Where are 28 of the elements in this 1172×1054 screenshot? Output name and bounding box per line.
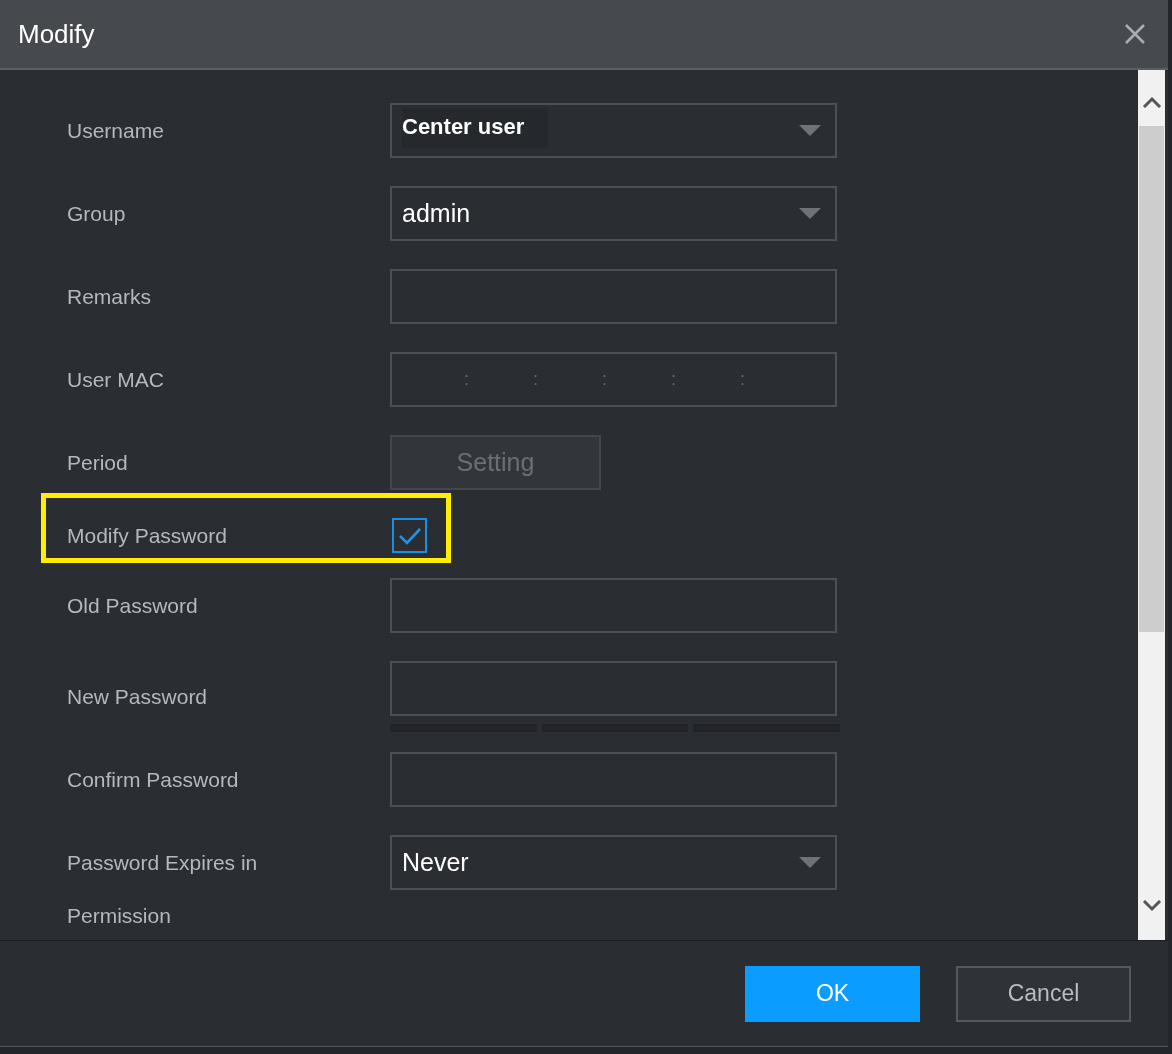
field-label: Remarks bbox=[67, 284, 152, 309]
dropdown-arrow-icon bbox=[799, 124, 821, 137]
chevron-down-icon[interactable] bbox=[1141, 900, 1162, 912]
scrollbar[interactable] bbox=[1138, 70, 1165, 940]
field-label: Username bbox=[67, 118, 165, 143]
field-label: Permission bbox=[67, 904, 172, 928]
field-label: User MAC bbox=[67, 367, 165, 392]
dropdown[interactable]: Never bbox=[390, 835, 837, 890]
dropdown-arrow-icon bbox=[799, 207, 821, 220]
close-icon[interactable] bbox=[1124, 23, 1146, 45]
input-field[interactable] bbox=[390, 269, 837, 324]
field-label: Period bbox=[67, 450, 129, 475]
field-label: Password Expires in bbox=[67, 850, 259, 875]
password-field[interactable] bbox=[390, 752, 837, 807]
checkbox[interactable] bbox=[392, 518, 427, 553]
field-label: Group bbox=[67, 201, 127, 226]
dropdown[interactable]: admin bbox=[390, 186, 837, 241]
password-field[interactable] bbox=[390, 578, 837, 633]
field-label: Modify Password bbox=[67, 523, 228, 548]
dropdown[interactable]: Center user bbox=[390, 103, 837, 158]
window-title: Modify bbox=[18, 18, 95, 50]
chevron-up-icon[interactable] bbox=[1141, 96, 1162, 108]
field-label: New Password bbox=[67, 684, 209, 709]
field-label: Confirm Password bbox=[67, 767, 240, 792]
cancel-button[interactable]: Cancel bbox=[956, 965, 1131, 1022]
dropdown-arrow-icon bbox=[799, 856, 821, 869]
password-field[interactable] bbox=[390, 661, 837, 716]
field-label: Old Password bbox=[67, 593, 199, 618]
